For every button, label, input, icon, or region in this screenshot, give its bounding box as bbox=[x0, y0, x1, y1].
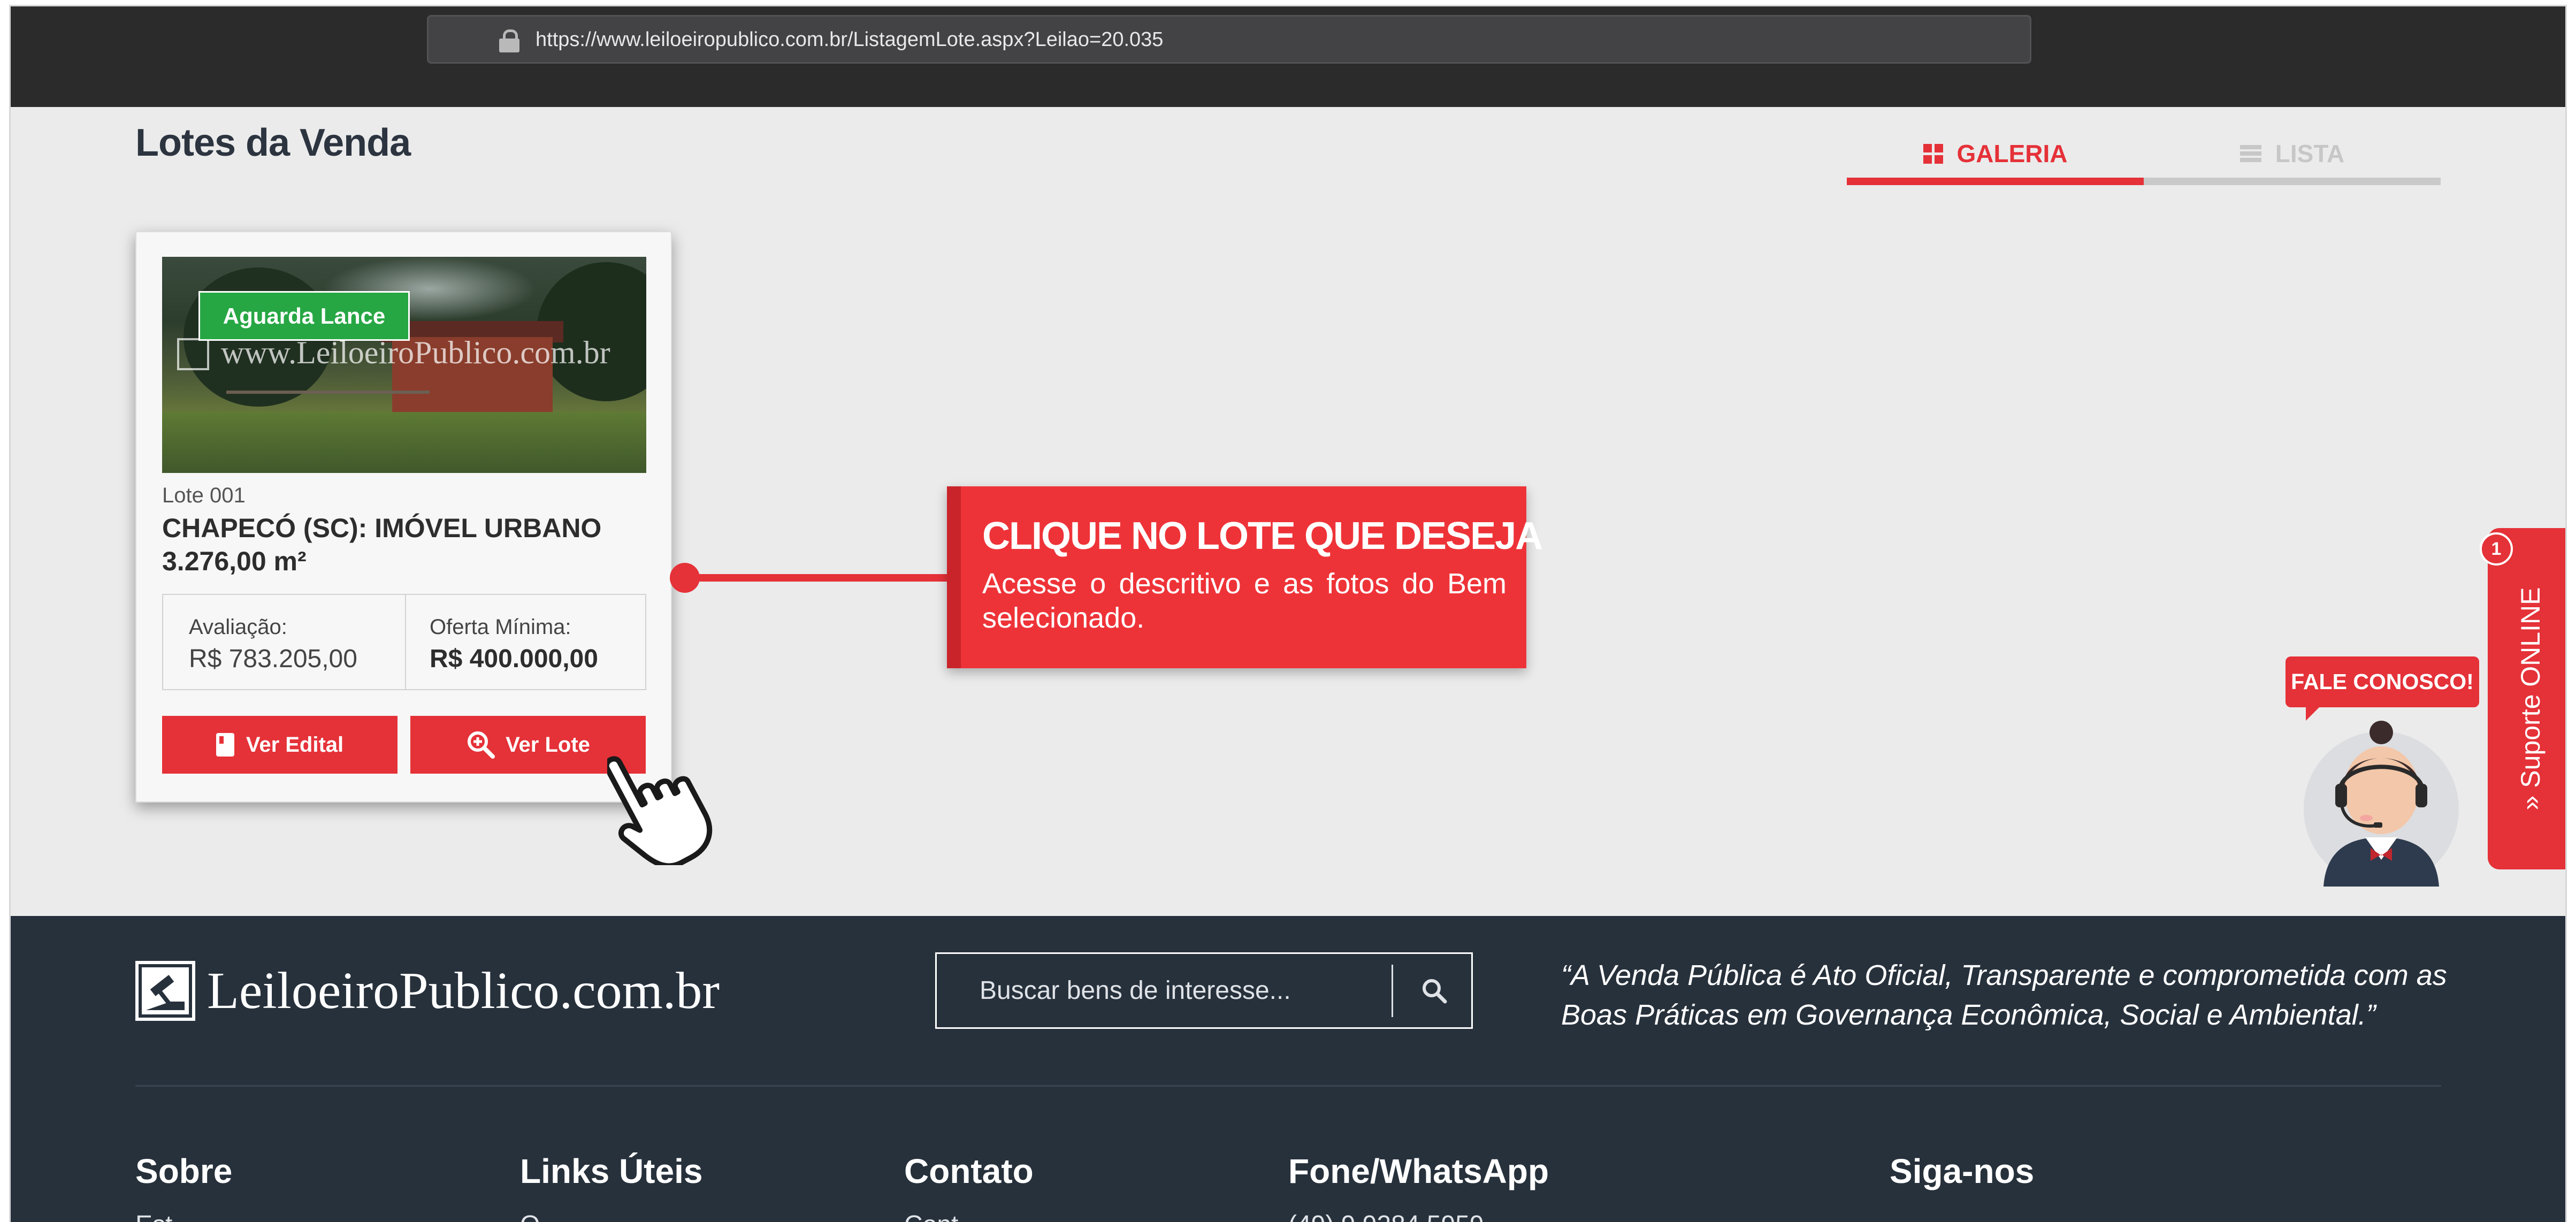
footer-logo-text: LeiloeiroPublico.com.br bbox=[207, 962, 720, 1020]
lot-title-line1: CHAPECÓ (SC): IMÓVEL URBANO bbox=[162, 513, 602, 543]
list-icon bbox=[2239, 143, 2261, 164]
footer-link-sobre[interactable]: Est... bbox=[135, 1210, 194, 1222]
lot-card[interactable]: www.LeiloeiroPublico.com.br Aguarda Lanc… bbox=[135, 231, 672, 803]
search-divider bbox=[1392, 965, 1393, 1017]
footer-column-fone: Fone/WhatsApp bbox=[1288, 1152, 1549, 1190]
footer-phone[interactable]: (49) 9 9284 5959 bbox=[1288, 1210, 1484, 1222]
suporte-online-label: » Suporte ONLINE bbox=[2516, 587, 2546, 811]
appraisal-label: Avaliação: bbox=[189, 615, 287, 639]
bubble-tail bbox=[2306, 705, 2322, 721]
ver-edital-button[interactable]: Ver Edital bbox=[162, 716, 398, 774]
browser-toolbar: https://www.leiloeiropublico.com.br/List… bbox=[11, 6, 2565, 107]
ver-lote-label: Ver Lote bbox=[506, 732, 590, 757]
page-title: Lotes da Venda bbox=[135, 121, 411, 164]
lot-title[interactable]: CHAPECÓ (SC): IMÓVEL URBANO 3.276,00 m² bbox=[162, 511, 644, 578]
notification-badge: 1 bbox=[2480, 532, 2513, 566]
tab-gallery-label: GALERIA bbox=[1956, 140, 2068, 167]
document-icon bbox=[216, 733, 234, 757]
address-bar[interactable]: https://www.leiloeiropublico.com.br/List… bbox=[427, 15, 2031, 64]
grid-icon bbox=[1923, 143, 1943, 164]
zoom-in-icon bbox=[468, 731, 495, 759]
search-box bbox=[935, 952, 1473, 1029]
url-text[interactable]: https://www.leiloeiropublico.com.br/List… bbox=[536, 28, 1163, 51]
footer-column-siga-nos: Siga-nos bbox=[1890, 1152, 2035, 1190]
tab-list-label: LISTA bbox=[2275, 140, 2345, 167]
support-agent-avatar[interactable] bbox=[2302, 721, 2460, 887]
pointer-hand-icon bbox=[607, 756, 713, 865]
lot-number: Lote 001 bbox=[162, 484, 246, 507]
footer-link-links-uteis[interactable]: O... bbox=[520, 1210, 561, 1222]
min-offer-label: Oferta Mínima: bbox=[430, 615, 571, 639]
lot-values: Avaliação: R$ 783.205,00 Oferta Mínima: … bbox=[162, 594, 646, 690]
values-divider bbox=[405, 595, 406, 689]
callout-connector-dot bbox=[670, 563, 700, 593]
quote-line2: Boas Práticas em Governança Econômica, S… bbox=[1561, 999, 2376, 1031]
footer-logo[interactable]: LeiloeiroPublico.com.br bbox=[135, 959, 720, 1023]
footer-column-sobre: Sobre bbox=[135, 1152, 233, 1190]
view-tabs: GALERIA LISTA bbox=[1847, 129, 2441, 185]
footer-separator bbox=[135, 1085, 2441, 1087]
footer-column-links-uteis: Links Úteis bbox=[520, 1152, 703, 1190]
search-button[interactable] bbox=[1408, 965, 1461, 1017]
min-offer-value: R$ 400.000,00 bbox=[430, 645, 598, 673]
tab-list[interactable]: LISTA bbox=[2144, 129, 2441, 185]
gavel-logo-icon bbox=[135, 961, 195, 1021]
ver-edital-label: Ver Edital bbox=[246, 732, 344, 757]
footer-column-contato: Contato bbox=[904, 1152, 1034, 1190]
footer-quote: “A Venda Pública é Ato Oficial, Transpar… bbox=[1561, 956, 2449, 1035]
appraisal-value: R$ 783.205,00 bbox=[189, 645, 357, 673]
lot-title-line2: 3.276,00 m² bbox=[162, 546, 307, 576]
callout-text: Acesse o descritivo e as fotos do Bem se… bbox=[982, 568, 1507, 634]
footer-link-contato[interactable]: Cont... bbox=[904, 1210, 980, 1222]
browser-window: https://www.leiloeiropublico.com.br/List… bbox=[11, 6, 2565, 1222]
quote-line1: “A Venda Pública é Ato Oficial, Transpar… bbox=[1561, 959, 2447, 991]
callout-connector-line bbox=[690, 574, 950, 582]
status-badge: Aguarda Lance bbox=[198, 291, 410, 341]
callout-title: CLIQUE NO LOTE QUE DESEJA bbox=[982, 515, 1543, 557]
lot-photo[interactable]: www.LeiloeiroPublico.com.br Aguarda Lanc… bbox=[162, 257, 646, 473]
fale-conosco-bubble[interactable]: FALE CONOSCO! bbox=[2285, 656, 2479, 707]
search-icon bbox=[1423, 979, 1447, 1004]
tab-gallery[interactable]: GALERIA bbox=[1847, 129, 2144, 185]
search-input[interactable] bbox=[937, 954, 1392, 1027]
footer: LeiloeiroPublico.com.br “A Venda Pública… bbox=[11, 916, 2565, 1222]
lock-icon bbox=[499, 29, 519, 52]
instruction-callout: CLIQUE NO LOTE QUE DESEJA Acesse o descr… bbox=[947, 486, 1543, 668]
suporte-online-tab[interactable]: » Suporte ONLINE bbox=[2488, 528, 2565, 869]
watermark-logo-icon bbox=[177, 338, 209, 370]
